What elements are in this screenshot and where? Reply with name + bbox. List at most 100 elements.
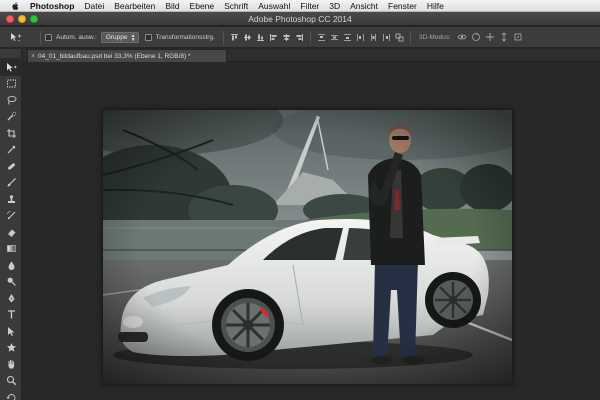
menu-bar: Photoshop Datei Bearbeiten Bild Ebene Sc… xyxy=(0,0,600,12)
photo-car-and-man xyxy=(103,110,512,384)
path-select-tool-button[interactable] xyxy=(0,323,22,340)
spot-healing-tool-button[interactable] xyxy=(0,158,22,175)
align-vertical-center-icon[interactable] xyxy=(243,33,252,42)
pen-tool-button[interactable] xyxy=(0,290,22,307)
menu-datei[interactable]: Datei xyxy=(84,0,104,12)
hand-tool-button[interactable] xyxy=(0,356,22,373)
align-horizontal-center-icon[interactable] xyxy=(282,33,291,42)
band-aid-icon xyxy=(7,163,15,170)
history-brush-icon xyxy=(6,211,15,220)
separator xyxy=(309,30,311,44)
separator xyxy=(40,30,41,44)
quick-select-tool-button[interactable] xyxy=(0,109,22,126)
eraser-tool-button[interactable] xyxy=(0,224,22,241)
auto-select-value: Gruppe xyxy=(105,33,128,41)
menu-auswahl[interactable]: Auswahl xyxy=(258,0,290,12)
dodge-tool-button[interactable] xyxy=(0,274,22,291)
rotate-view-tool-button[interactable] xyxy=(0,389,22,400)
transform-controls-label: Transformationsstrg. xyxy=(155,33,215,41)
align-distribute-group xyxy=(228,30,406,44)
move-icon xyxy=(6,62,16,72)
window-title: Adobe Photoshop CC 2014 xyxy=(248,14,352,24)
hand-icon xyxy=(7,359,14,369)
pen-icon xyxy=(8,293,14,303)
menu-photoshop[interactable]: Photoshop xyxy=(30,0,74,12)
zoom-icon xyxy=(6,376,16,386)
move-tool-button[interactable] xyxy=(0,59,22,76)
gradient-tool-button[interactable] xyxy=(0,241,22,258)
gradient-icon xyxy=(6,245,16,253)
crop-tool-button[interactable] xyxy=(0,125,22,142)
dropdown-arrows-icon: ▲ ▼ xyxy=(130,32,136,43)
3d-scale-icon[interactable] xyxy=(513,32,523,42)
eyedropper-tool-button[interactable] xyxy=(0,142,22,159)
lasso-tool-button[interactable] xyxy=(0,92,22,109)
options-bar: Autom. ausw.: Gruppe ▲ ▼ Transformationss… xyxy=(0,27,600,48)
crop-icon xyxy=(6,128,16,138)
distribute-top-icon[interactable] xyxy=(317,33,326,42)
marquee-tool-button[interactable] xyxy=(0,76,22,93)
distribute-left-icon[interactable] xyxy=(356,33,365,42)
path-select-icon xyxy=(7,326,14,336)
eyedropper-icon xyxy=(7,145,15,154)
distribute-right-icon[interactable] xyxy=(382,33,391,42)
auto-align-layers-icon[interactable] xyxy=(395,33,404,42)
3d-orbit-icon[interactable] xyxy=(457,32,467,42)
document-canvas-image[interactable] xyxy=(103,110,512,384)
auto-select-dropdown[interactable]: Gruppe ▲ ▼ xyxy=(100,31,139,43)
type-tool-button[interactable] xyxy=(0,307,22,324)
separator xyxy=(409,30,411,44)
type-icon xyxy=(7,310,15,319)
menu-ansicht[interactable]: Ansicht xyxy=(350,0,378,12)
menu-schrift[interactable]: Schrift xyxy=(224,0,248,12)
tools-panel xyxy=(0,49,22,400)
align-top-icon[interactable] xyxy=(230,33,239,42)
menu-3d[interactable]: 3D xyxy=(329,0,340,12)
history-brush-tool-button[interactable] xyxy=(0,208,22,225)
align-bottom-icon[interactable] xyxy=(256,33,265,42)
3d-roll-icon[interactable] xyxy=(471,32,481,42)
brush-tool-button[interactable] xyxy=(0,175,22,192)
apple-icon[interactable] xyxy=(10,1,20,11)
zoom-tool-button[interactable] xyxy=(0,373,22,390)
document-tab-bar: × 04_01_bildaufbau.psd bei 33,3% (Ebene … xyxy=(23,49,600,62)
panel-grip[interactable] xyxy=(0,49,22,59)
marquee-icon xyxy=(6,79,16,88)
align-right-icon[interactable] xyxy=(295,33,304,42)
auto-select-label: Autom. ausw.: xyxy=(56,33,97,41)
3d-slide-icon[interactable] xyxy=(499,32,509,42)
move-tool-icon xyxy=(11,33,21,42)
menu-fenster[interactable]: Fenster xyxy=(388,0,417,12)
align-left-icon[interactable] xyxy=(269,33,278,42)
lasso-icon xyxy=(7,95,16,105)
document-tab-label: 04_01_bildaufbau.psd bei 33,3% (Ebene 1,… xyxy=(38,52,191,60)
shape-tool-button[interactable] xyxy=(0,340,22,357)
menu-hilfe[interactable]: Hilfe xyxy=(427,0,444,12)
3d-drag-icon[interactable] xyxy=(485,32,495,42)
separator xyxy=(222,30,224,44)
dodge-icon xyxy=(7,277,16,287)
document-tab[interactable]: × 04_01_bildaufbau.psd bei 33,3% (Ebene … xyxy=(27,49,227,62)
eraser-icon xyxy=(7,229,15,238)
blur-tool-button[interactable] xyxy=(0,257,22,274)
transform-controls-checkbox[interactable] xyxy=(144,33,152,41)
auto-select-checkbox[interactable] xyxy=(45,33,52,41)
menu-bild[interactable]: Bild xyxy=(165,0,179,12)
droplet-icon xyxy=(8,261,14,270)
brush-icon xyxy=(7,178,16,187)
stamp-icon xyxy=(7,194,15,203)
tool-preset-picker[interactable] xyxy=(10,32,36,42)
canvas-area[interactable] xyxy=(23,63,600,400)
close-tab-icon[interactable]: × xyxy=(28,53,38,60)
distribute-bottom-icon[interactable] xyxy=(343,33,352,42)
3d-mode-label: 3D-Modus: xyxy=(418,33,451,41)
rotate-view-icon xyxy=(6,393,15,400)
menu-bearbeiten[interactable]: Bearbeiten xyxy=(114,0,155,12)
menu-ebene[interactable]: Ebene xyxy=(190,0,215,12)
window-title-bar: Adobe Photoshop CC 2014 xyxy=(0,12,600,26)
menu-filter[interactable]: Filter xyxy=(300,0,319,12)
quick-select-icon xyxy=(7,112,16,121)
clone-stamp-tool-button[interactable] xyxy=(0,191,22,208)
distribute-horizontal-center-icon[interactable] xyxy=(369,33,378,42)
distribute-vertical-center-icon[interactable] xyxy=(330,33,339,42)
